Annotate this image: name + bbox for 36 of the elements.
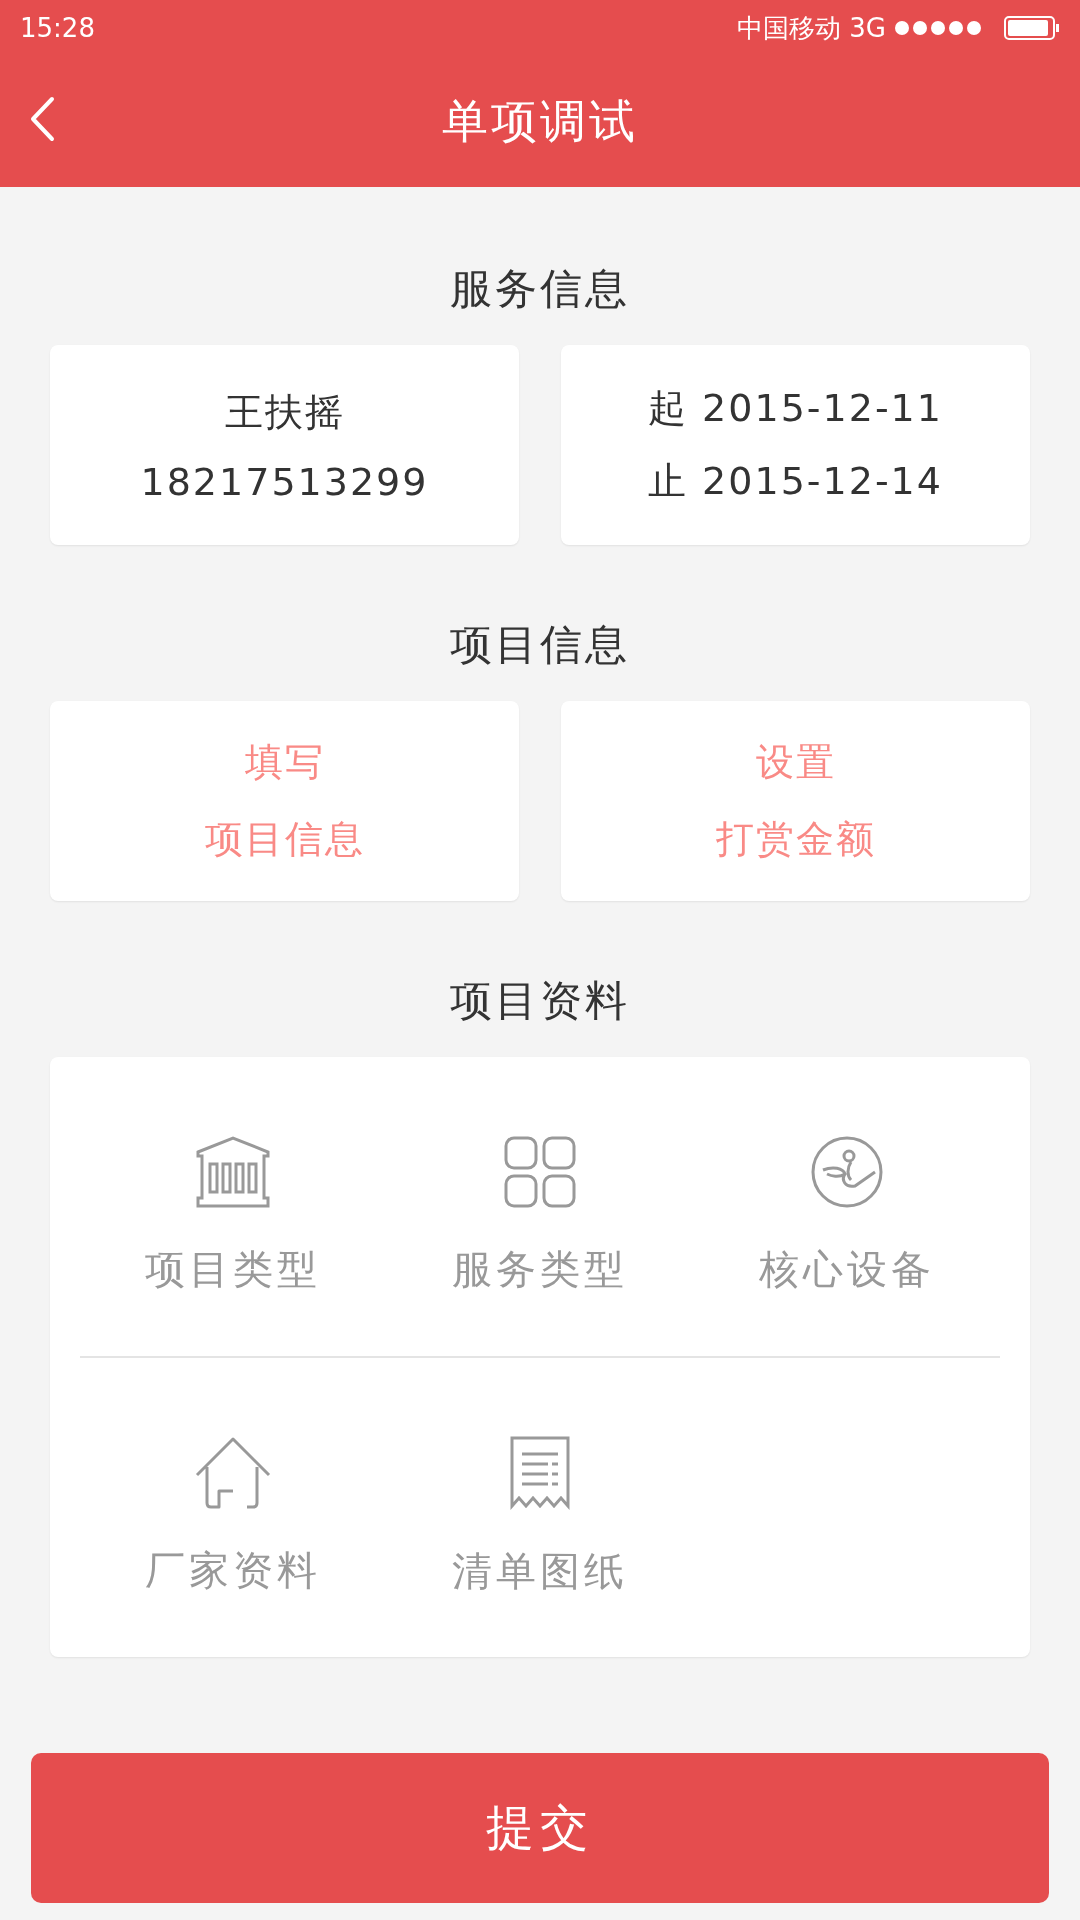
- start-date: 起 2015-12-11: [648, 385, 943, 432]
- network-type: 3G: [849, 13, 886, 43]
- back-button[interactable]: [28, 96, 56, 142]
- signal-icon: [894, 20, 982, 36]
- contact-phone: 18217513299: [140, 459, 429, 504]
- house-icon: [195, 1437, 272, 1509]
- end-date: 止 2015-12-14: [648, 458, 943, 505]
- action-label: 打赏金额: [715, 816, 876, 863]
- doc-label: 服务类型: [452, 1245, 628, 1294]
- contact-name: 王扶摇: [224, 388, 345, 436]
- grid-icon: [504, 1136, 576, 1208]
- doc-label: 厂家资料: [145, 1546, 322, 1595]
- building-icon: [194, 1136, 273, 1208]
- action-card[interactable]: 填写 项目信息: [50, 701, 519, 901]
- action-label: 填写: [244, 739, 325, 786]
- doc-item[interactable]: 清单图纸: [386, 1436, 694, 1599]
- doc-item[interactable]: 核心设备: [693, 1136, 1000, 1297]
- emblem-icon: [810, 1136, 883, 1208]
- section-title: 服务信息: [449, 263, 631, 315]
- receipt-icon: [508, 1436, 572, 1510]
- doc-item[interactable]: 项目类型: [80, 1136, 387, 1297]
- doc-item[interactable]: 厂家资料: [80, 1437, 387, 1598]
- action-label: 项目信息: [204, 816, 365, 863]
- doc-label: 清单图纸: [452, 1547, 628, 1596]
- section-title: 项目资料: [449, 975, 631, 1027]
- battery-icon: [1004, 16, 1060, 40]
- submit-button[interactable]: 提交: [31, 1753, 1049, 1903]
- doc-label: 项目类型: [145, 1245, 322, 1294]
- section-title: 项目信息: [449, 619, 631, 671]
- action-card[interactable]: 设置 打赏金额: [561, 701, 1030, 901]
- doc-item[interactable]: 服务类型: [386, 1136, 694, 1297]
- status-time: 15:28: [20, 13, 95, 43]
- carrier-name: 中国移动: [737, 11, 842, 45]
- page-title: 单项调试: [442, 92, 638, 150]
- doc-label: 核心设备: [758, 1245, 935, 1294]
- action-label: 设置: [755, 739, 836, 786]
